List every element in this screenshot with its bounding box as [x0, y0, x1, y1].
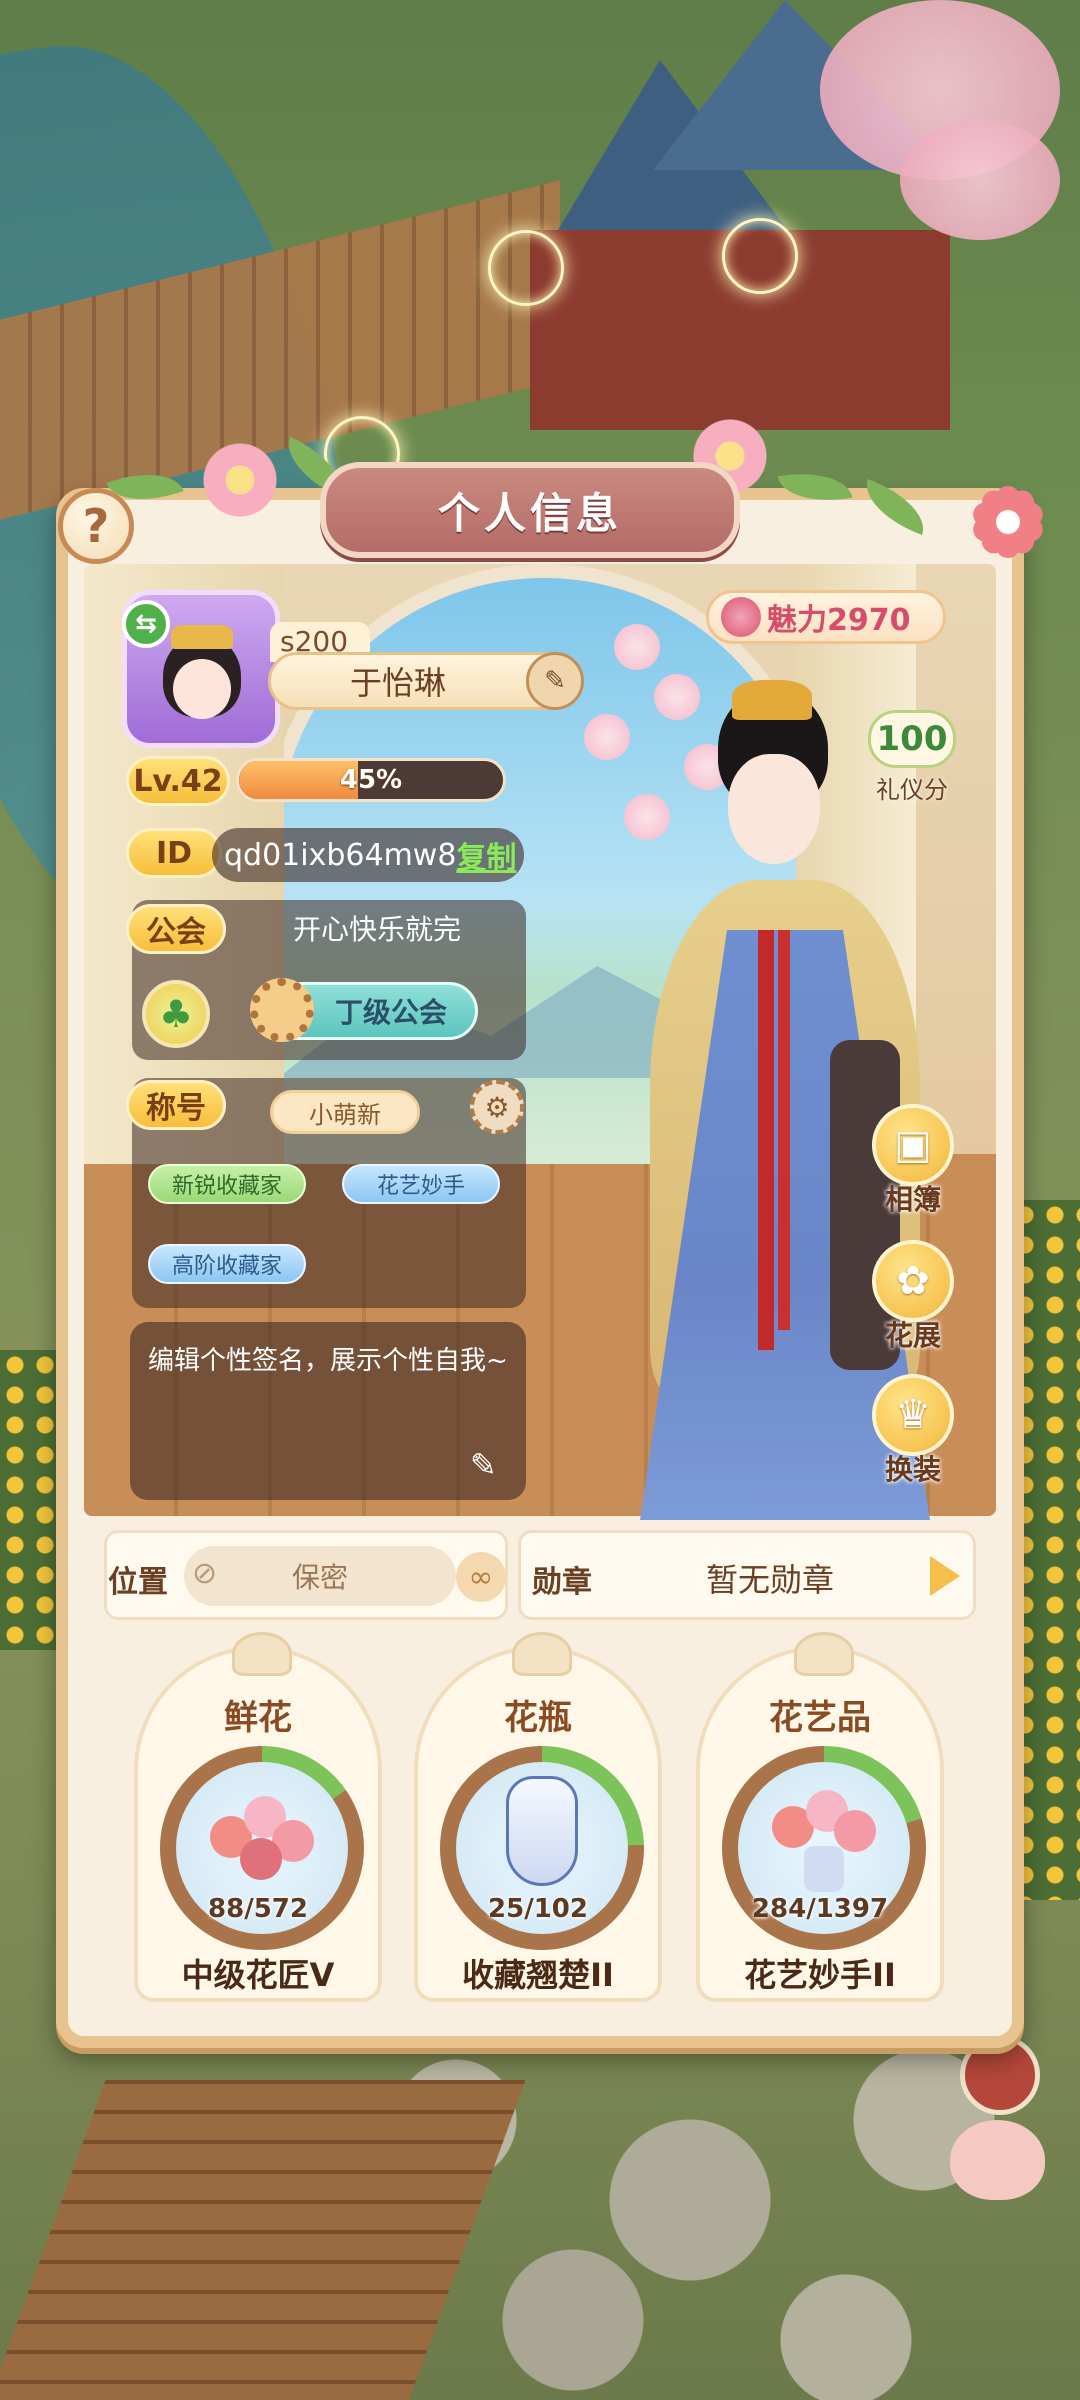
swap-icon: ⇆ — [135, 609, 157, 639]
photo-album-icon: ▣ — [872, 1104, 954, 1186]
page-title: 个人信息 — [437, 488, 622, 538]
outfit-button[interactable]: ♛ 换装 — [868, 1374, 958, 1488]
vase-icon — [506, 1776, 578, 1886]
clover-icon: ♣ — [142, 980, 210, 1048]
copy-id-button[interactable]: 复制 — [456, 833, 516, 877]
etiquette-score[interactable]: 100 礼仪分 — [866, 710, 958, 805]
swirl-icon[interactable]: ∞ — [456, 1552, 506, 1602]
location-label: 位置 — [108, 1565, 168, 1600]
rose-icon — [721, 597, 761, 637]
collection-card-vases[interactable]: 花瓶 25/102 收藏翘楚II — [414, 1632, 662, 2002]
rose-crest-icon — [512, 1632, 572, 1676]
panel-title-banner: 个人信息 — [320, 462, 740, 558]
current-title: 小萌新 — [270, 1090, 420, 1134]
collection-card-flowers[interactable]: 鲜花 88/572 中级花匠V — [134, 1632, 382, 2002]
flower-show-label: 花展 — [884, 1319, 941, 1352]
level-progress-bar: 45% — [236, 758, 506, 802]
outfit-label: 换装 — [884, 1453, 941, 1486]
charm-badge[interactable]: 魅力2970 — [706, 590, 946, 644]
title-settings-button[interactable]: ⚙ — [470, 1080, 524, 1134]
player-id-value: qd01ixb64mw8 — [224, 837, 457, 873]
eye-hidden-icon: ⊘ — [192, 1556, 218, 1591]
edit-signature-button[interactable]: ✎ — [470, 1446, 514, 1490]
collection-progress: 25/102 — [488, 1894, 588, 1924]
flower-decoration — [200, 440, 280, 520]
title-badge[interactable]: 新锐收藏家 — [148, 1164, 306, 1204]
guild-name: 丁级公会 — [334, 996, 447, 1029]
collection-title: 花瓶 — [504, 1698, 572, 1738]
gear-icon: ⚙ — [484, 1090, 510, 1124]
etiquette-label: 礼仪分 — [876, 776, 948, 804]
player-id-box: qd01ixb64mw8 复制 — [212, 828, 524, 882]
level-label: Lv.42 — [126, 756, 230, 806]
signature-box[interactable]: 编辑个性签名，展示个性自我~ — [130, 1322, 526, 1500]
pencil-icon: ✎ — [470, 1446, 497, 1484]
player-name-text: 于怡琳 — [349, 664, 446, 702]
photo-album-label: 相簿 — [884, 1183, 941, 1216]
collection-rank: 收藏翘楚II — [462, 1956, 614, 1994]
close-button[interactable] — [968, 482, 1048, 562]
title-label: 称号 — [126, 1080, 226, 1130]
help-button[interactable]: ? — [58, 488, 134, 564]
rose-crest-icon — [232, 1632, 292, 1676]
swap-avatar-button[interactable]: ⇆ — [122, 600, 170, 648]
medal-value: 暂无勋章 — [705, 1561, 834, 1599]
pencil-icon: ✎ — [544, 666, 566, 696]
guild-label: 公会 — [126, 904, 226, 954]
title-badge[interactable]: 花艺妙手 — [342, 1164, 500, 1204]
etiquette-value: 100 — [868, 710, 956, 768]
flower-show-icon: ✿ — [872, 1240, 954, 1322]
charm-value: 魅力2970 — [767, 603, 911, 638]
outfit-icon: ♛ — [872, 1374, 954, 1456]
collection-title: 花艺品 — [769, 1698, 871, 1738]
help-icon: ? — [82, 499, 110, 553]
collection-progress: 88/572 — [208, 1894, 308, 1924]
ship-wheel-icon — [250, 978, 314, 1042]
collection-card-arrangements[interactable]: 花艺品 284/1397 花艺妙手II — [696, 1632, 944, 2002]
arrangement-icon — [762, 1786, 886, 1896]
medal-label: 勋章 — [532, 1565, 592, 1600]
photo-album-button[interactable]: ▣ 相簿 — [868, 1104, 958, 1218]
collection-rank: 花艺妙手II — [744, 1956, 896, 1994]
collection-rank: 中级花匠V — [181, 1956, 335, 1994]
collection-progress: 284/1397 — [751, 1894, 889, 1924]
signature-text: 编辑个性签名，展示个性自我~ — [148, 1346, 508, 1376]
guild-motto: 开心快乐就完 — [292, 913, 461, 946]
id-label: ID — [126, 828, 222, 878]
rose-crest-icon — [794, 1632, 854, 1676]
flower-show-button[interactable]: ✿ 花展 — [868, 1240, 958, 1354]
bouquet-icon — [200, 1786, 324, 1896]
level-progress-text: 45% — [339, 765, 403, 795]
collection-title: 鲜花 — [224, 1698, 292, 1738]
edit-name-button[interactable]: ✎ — [526, 652, 584, 710]
title-badge[interactable]: 高阶收藏家 — [148, 1244, 306, 1284]
pig-npc[interactable] — [950, 2120, 1045, 2200]
